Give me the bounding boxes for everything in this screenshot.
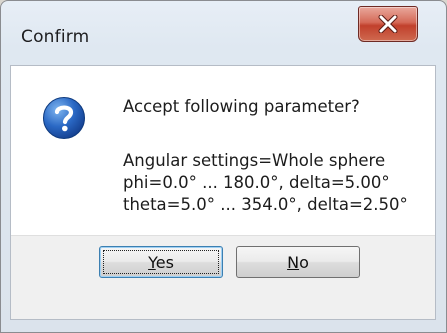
close-button[interactable] — [358, 6, 418, 42]
button-area — [11, 235, 435, 319]
question-text: Accept following parameter? — [123, 97, 360, 116]
window-title: Confirm — [21, 27, 90, 47]
no-button-label: No — [287, 252, 309, 272]
confirm-dialog-window: Confirm Accept following parameter? Angu… — [0, 0, 447, 333]
angular-settings-line: Angular settings=Whole sphere — [123, 151, 386, 170]
yes-button[interactable]: Yes — [99, 246, 223, 278]
focus-rectangle — [103, 250, 219, 274]
close-icon — [359, 7, 417, 41]
phi-settings-line: phi=0.0° ... 180.0°, delta=5.00° — [123, 173, 390, 192]
question-icon — [42, 96, 86, 140]
theta-settings-line: theta=5.0° ... 354.0°, delta=2.50° — [123, 195, 408, 214]
no-button[interactable]: No — [236, 246, 360, 278]
dialog-content: Accept following parameter? Angular sett… — [10, 65, 436, 320]
title-bar[interactable]: Confirm — [1, 1, 446, 65]
